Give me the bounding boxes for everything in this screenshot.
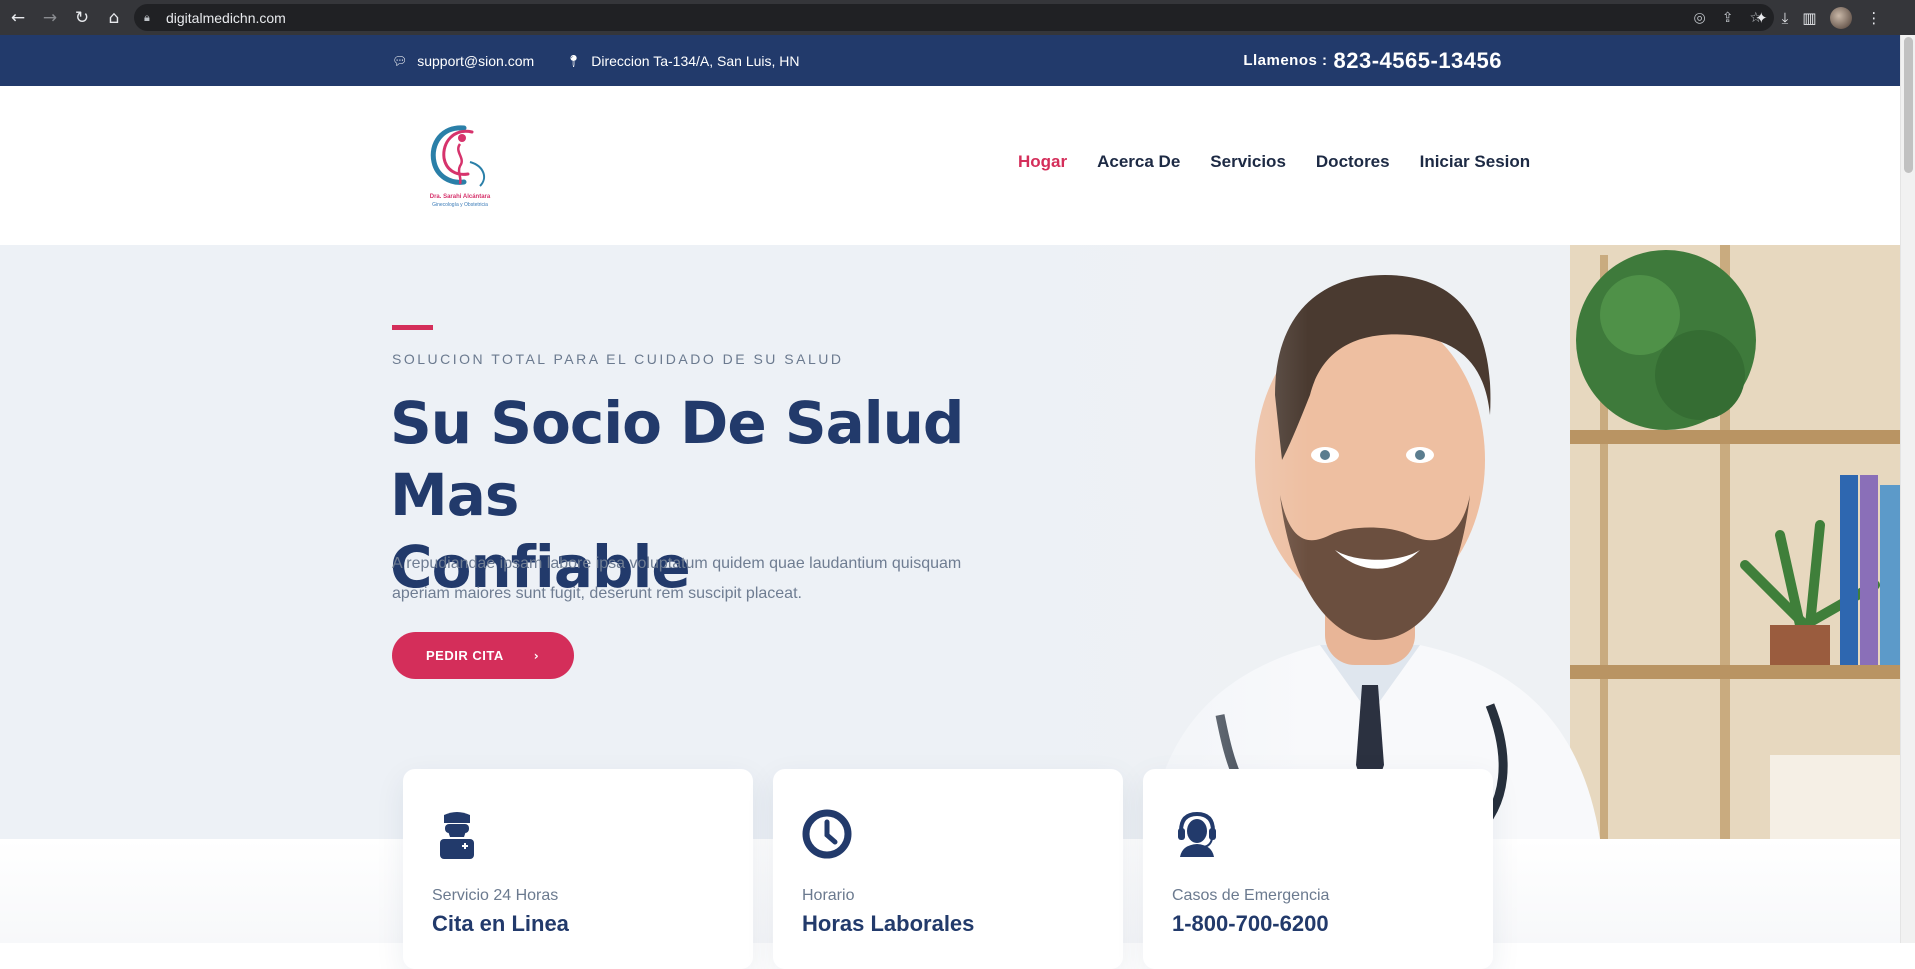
sidepanel-icon[interactable]: ▥ xyxy=(1802,9,1816,27)
logo[interactable]: Dra. Sarahi Alcántara Ginecología y Obst… xyxy=(424,122,496,212)
doctor-icon xyxy=(440,812,474,859)
lock-icon: 🔒︎ xyxy=(144,10,150,24)
address-text: Direccion Ta-134/A, San Luis, HN xyxy=(591,52,800,69)
lens-icon[interactable]: ◎ xyxy=(1693,10,1705,26)
hero-lead: A repudiandae ipsam labore ipsa voluptat… xyxy=(392,555,962,602)
extensions-icon[interactable]: ✦ xyxy=(1755,9,1768,27)
card-subtitle: Servicio 24 Horas xyxy=(432,887,559,904)
clock-icon xyxy=(802,809,852,859)
contact-address: 📍︎ Direccion Ta-134/A, San Luis, HN xyxy=(566,35,800,86)
logo-name: Dra. Sarahi Alcántara xyxy=(429,194,491,200)
nav-iniciar-sesion[interactable]: Iniciar Sesion xyxy=(1420,152,1531,172)
call-us[interactable]: Llamenos : 823-4565-13456 xyxy=(1243,35,1502,86)
feature-cards: Servicio 24 Horas Cita en Linea Horario … xyxy=(403,769,1493,969)
menu-icon[interactable]: ⋮ xyxy=(1866,9,1881,27)
nav-doctores[interactable]: Doctores xyxy=(1316,152,1390,172)
scrollbar-thumb[interactable] xyxy=(1904,37,1913,173)
card-horas-laborales[interactable]: Horario Horas Laborales xyxy=(773,769,1123,969)
download-icon[interactable]: ⤓ xyxy=(1782,9,1789,27)
address-bar[interactable]: 🔒︎ digitalmedichn.com ◎ ⇪ ☆ xyxy=(134,4,1774,31)
logo-mark xyxy=(430,125,486,187)
share-icon[interactable]: ⇪ xyxy=(1722,10,1734,26)
accent-bar xyxy=(392,325,433,330)
nav-servicios[interactable]: Servicios xyxy=(1210,152,1286,172)
top-info-bar: 💬︎ support@sion.com 📍︎ Direccion Ta-134/… xyxy=(0,35,1900,86)
chevron-right-icon: › xyxy=(533,648,540,663)
hero-kicker: SOLUCION TOTAL PARA EL CUIDADO DE SU SAL… xyxy=(392,351,844,367)
pedir-cita-button[interactable]: PEDIR CITA › xyxy=(392,632,574,679)
site-header: Dra. Sarahi Alcántara Ginecología y Obst… xyxy=(0,86,1900,245)
card-title: Cita en Linea xyxy=(432,911,569,936)
card-subtitle: Casos de Emergencia xyxy=(1172,887,1330,904)
pedir-cita-label: PEDIR CITA xyxy=(426,648,504,663)
home-icon[interactable]: ⌂ xyxy=(98,0,130,35)
phone-number[interactable]: 823-4565-13456 xyxy=(1334,48,1502,74)
map-pin-icon: 📍︎ xyxy=(566,53,582,68)
back-icon[interactable]: ← xyxy=(2,0,34,35)
profile-avatar[interactable] xyxy=(1830,6,1853,29)
url-text[interactable]: digitalmedichn.com xyxy=(166,10,286,26)
hero-headline-line1: Su Socio De Salud Mas xyxy=(390,389,964,529)
hero-section: SOLUCION TOTAL PARA EL CUIDADO DE SU SAL… xyxy=(0,245,1900,839)
chat-icon: 💬︎ xyxy=(392,53,408,68)
card-subtitle: Horario xyxy=(802,887,855,904)
logo-tagline: Ginecología y Obstetricia xyxy=(432,202,488,208)
call-label: Llamenos : xyxy=(1243,52,1328,69)
nav-acerca-de[interactable]: Acerca De xyxy=(1097,152,1180,172)
email-text[interactable]: support@sion.com xyxy=(417,53,534,69)
page-scrollbar[interactable] xyxy=(1900,35,1915,943)
card-cita-en-linea[interactable]: Servicio 24 Horas Cita en Linea xyxy=(403,769,753,969)
nav-hogar[interactable]: Hogar xyxy=(1018,152,1067,172)
reload-icon[interactable]: ↻ xyxy=(66,0,98,35)
card-title: 1-800-700-6200 xyxy=(1172,911,1329,936)
forward-icon[interactable]: → xyxy=(34,0,66,35)
browser-toolbar: ← → ↻ ⌂ 🔒︎ digitalmedichn.com ◎ ⇪ ☆ ✱ xyxy=(0,0,1915,35)
card-title: Horas Laborales xyxy=(802,911,975,936)
card-emergencia[interactable]: Casos de Emergencia 1-800-700-6200 xyxy=(1143,769,1493,969)
contact-email[interactable]: 💬︎ support@sion.com xyxy=(392,35,534,86)
doctor-photo xyxy=(990,245,1900,839)
main-nav: Hogar Acerca De Servicios Doctores Inici… xyxy=(1018,152,1530,172)
headset-icon xyxy=(1178,811,1216,857)
